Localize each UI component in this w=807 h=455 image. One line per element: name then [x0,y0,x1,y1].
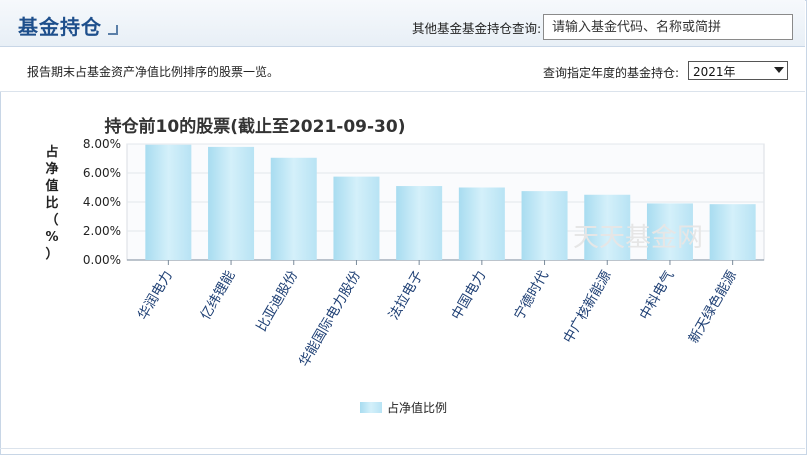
bottom-divider [0,448,805,449]
y-tick-label: 8.00% [83,137,121,151]
bar[interactable] [208,146,255,260]
search-label: 其他基金基金持仓查询: [412,21,542,36]
y-axis-label-char: 值 [45,178,58,194]
year-select[interactable]: 2021年 [688,61,788,80]
holdings-bar-chart: 0.00% 2.00% 4.00% 6.00% 8.00% 华润电力 亿纬锂能 比亚迪股份华… [45,116,765,415]
chart-legend: 占净值比例 [360,400,447,415]
x-tick-label: 华能国际电力股份 [296,268,364,370]
y-axis-label-char: 比 [45,195,58,211]
chevron-down-icon [774,67,784,73]
bar[interactable] [521,191,568,260]
y-axis-label-char: % [45,230,58,245]
page-title: 基金持仓 [18,15,102,39]
chart-title: 持仓前10的股票(截止至2021-09-30) [105,116,406,137]
x-tick-label: 法拉电子 [386,268,427,323]
x-tick-label: 新天绿色能源 [685,267,740,346]
sub-toolbar: 报告期末占基金资产净值比例排序的股票一览。 查询指定年度的基金持仓: 2021年 [0,47,805,92]
watermark: 天天基金网 [573,223,703,253]
fund-search-input[interactable] [543,14,793,40]
bar[interactable] [458,187,505,261]
y-tick-label: 6.00% [83,166,121,180]
bar[interactable] [145,144,192,260]
legend-swatch [360,402,382,413]
x-tick-label: 华润电力 [135,268,176,323]
year-select-value: 2021年 [693,65,736,79]
bar[interactable] [270,157,317,260]
y-tick-label: 2.00% [83,224,121,238]
year-query-label: 查询指定年度的基金持仓: [543,66,680,80]
corner-arrow-icon [108,25,118,35]
y-axis-label-char: 占 [45,144,58,160]
bar[interactable] [709,204,756,260]
x-tick-label: 中国电力 [448,268,489,323]
y-axis-label-char: ） [45,246,58,262]
x-tick-label: 中科电气 [637,268,678,323]
panel-header: 基金持仓 其他基金基金持仓查询: [0,0,805,47]
y-tick-label: 0.00% [83,253,121,267]
y-axis-label-char: （ [45,212,58,228]
bar[interactable] [333,176,380,260]
y-axis-label-char: 净 [45,161,58,177]
bar[interactable] [396,186,443,260]
holdings-description: 报告期末占基金资产净值比例排序的股票一览。 [27,65,280,79]
y-tick-label: 4.00% [83,195,121,209]
x-tick-label: 亿纬锂能 [198,268,239,323]
x-tick-label: 宁德时代 [510,267,552,323]
x-tick-label: 中广核新能源 [560,268,615,347]
x-tick-label: 比亚迪股份 [254,268,302,335]
legend-label: 占净值比例 [387,400,447,415]
